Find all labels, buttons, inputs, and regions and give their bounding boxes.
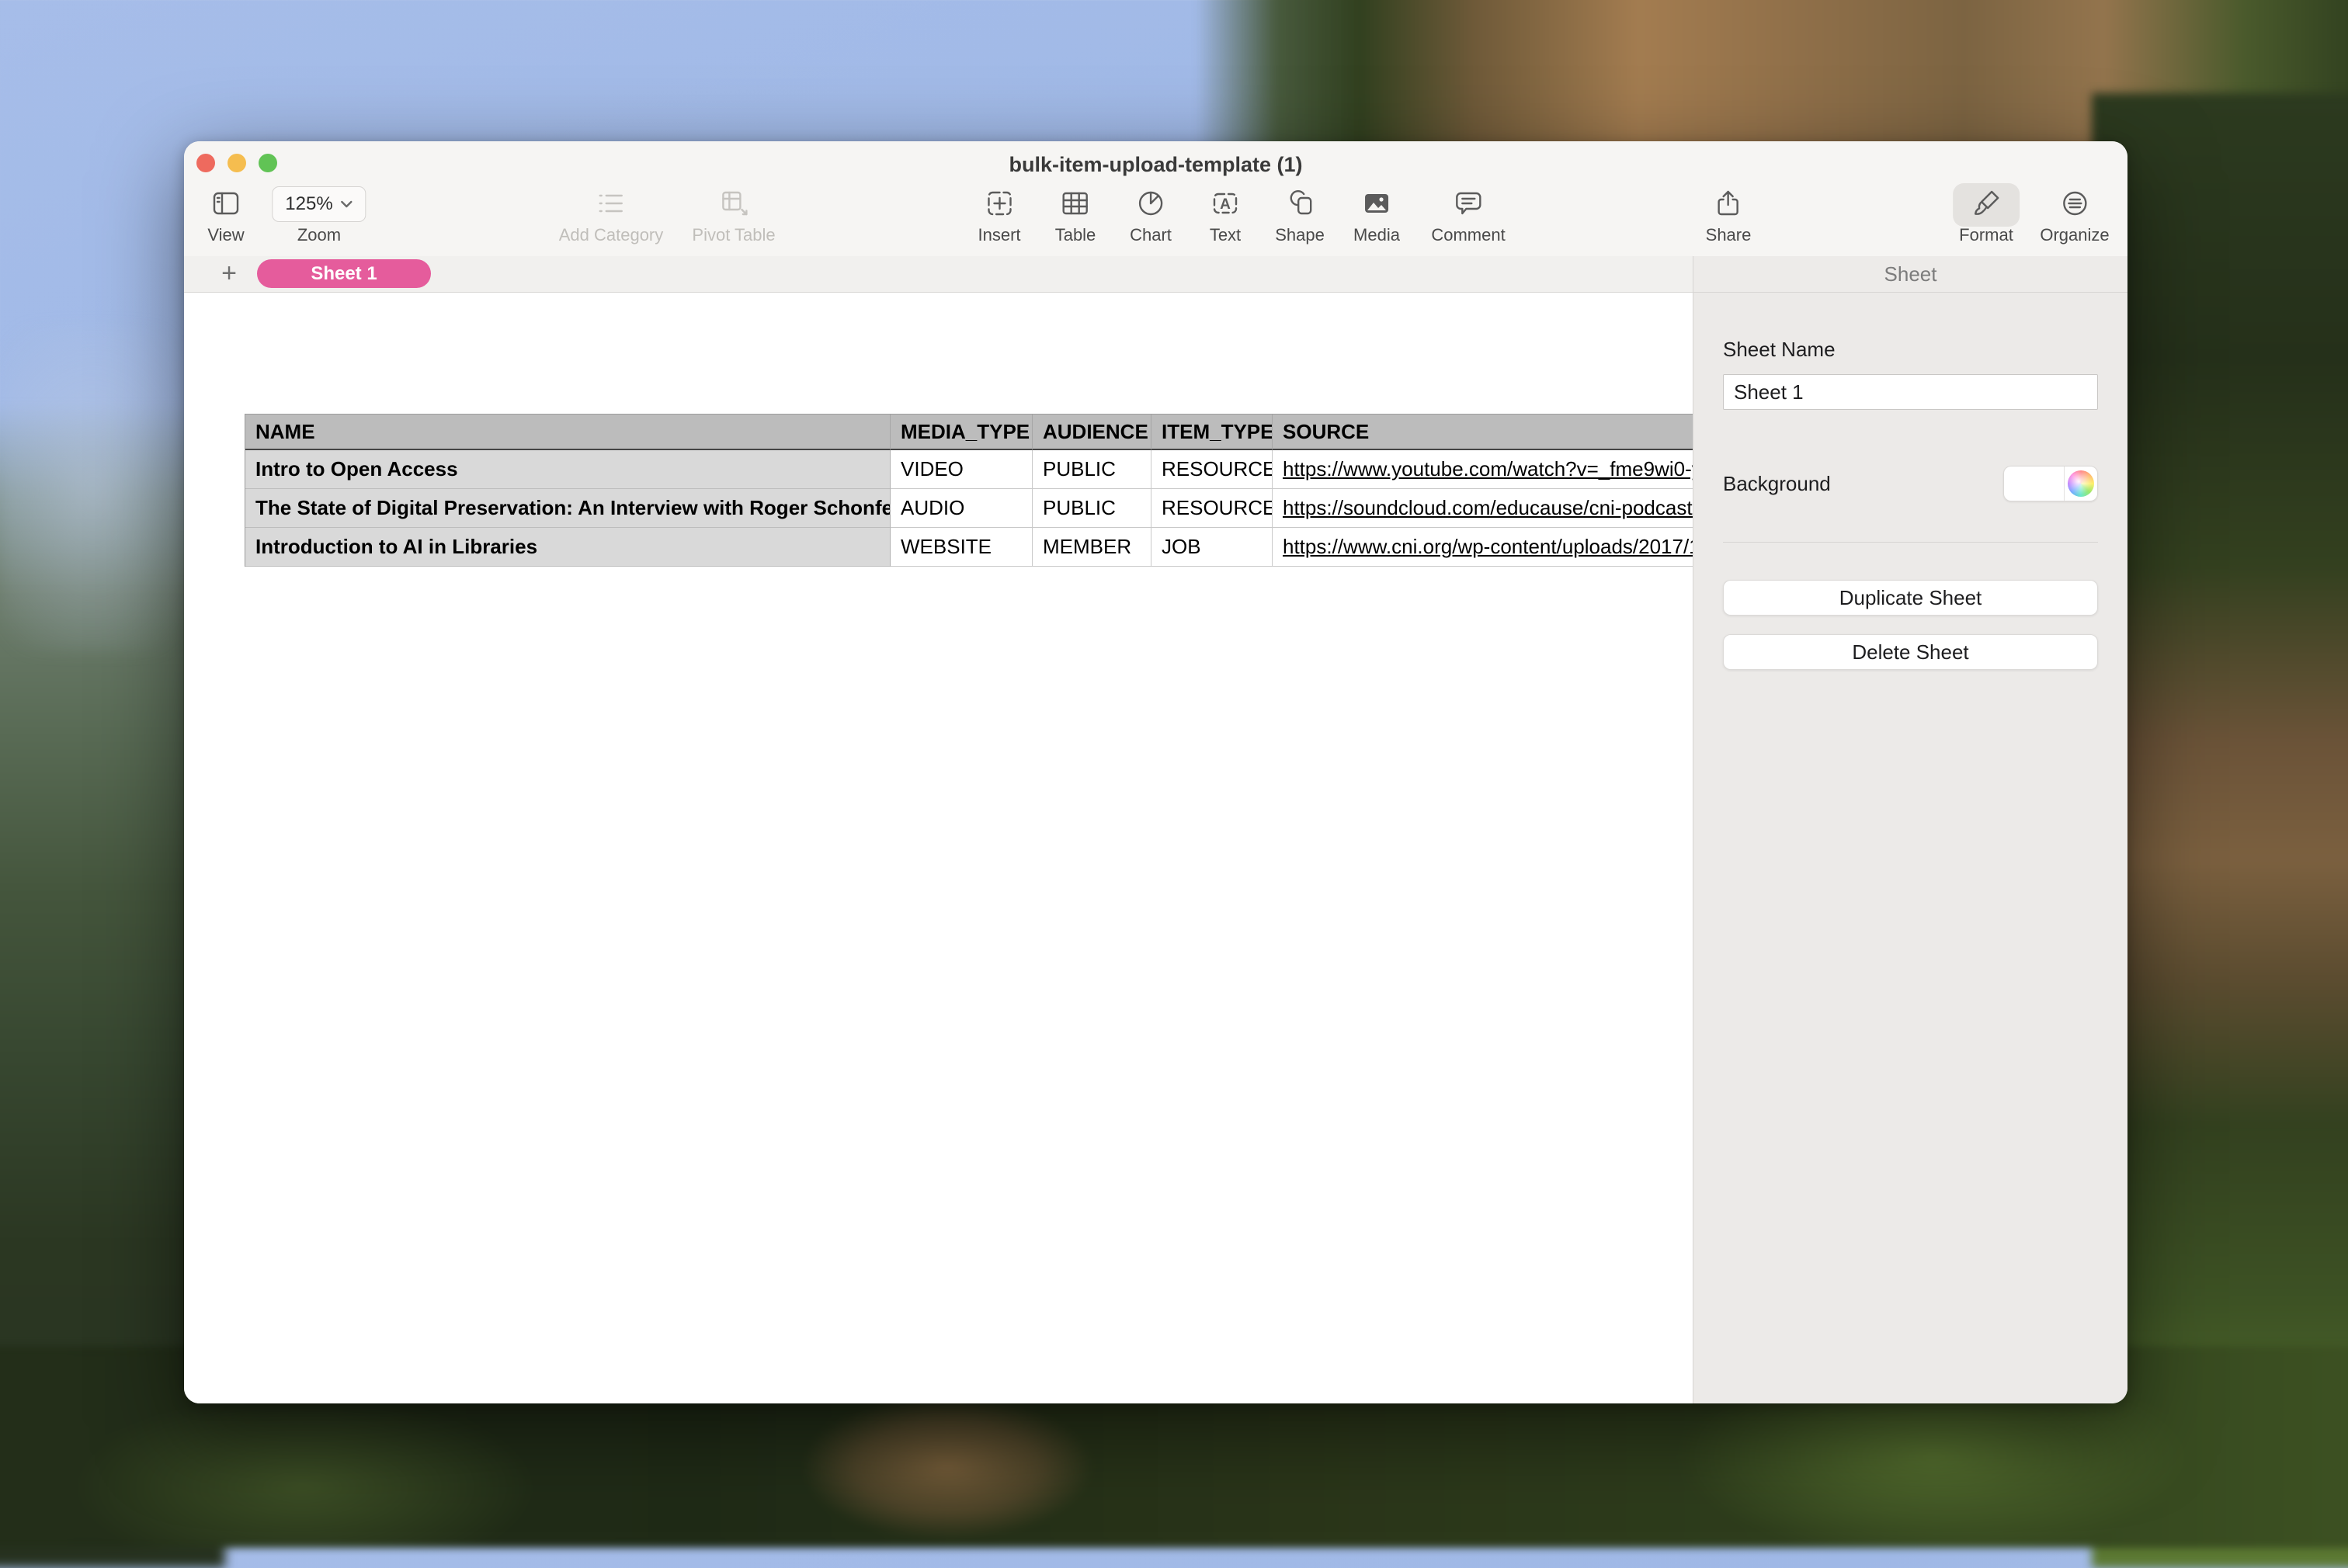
- cell-media-type[interactable]: AUDIO: [891, 489, 1033, 528]
- cell-item-type[interactable]: JOB: [1151, 528, 1273, 567]
- source-link[interactable]: https://www.youtube.com/watch?v=_fme9wi0…: [1283, 457, 1693, 481]
- sheet-name-label: Sheet Name: [1723, 338, 1836, 361]
- chevron-down-icon: [341, 200, 353, 208]
- source-link[interactable]: https://www.cni.org/wp-content/uploads/2…: [1283, 535, 1693, 559]
- circle-lines-icon: [2056, 185, 2093, 222]
- insert-button[interactable]: Insert: [978, 185, 1021, 245]
- header-cell-audience[interactable]: AUDIENCE: [1033, 415, 1151, 450]
- square-circle-icon: [1281, 185, 1318, 222]
- header-cell-source[interactable]: SOURCE: [1273, 415, 1693, 450]
- background-label: Background: [1723, 471, 1831, 495]
- cell-media-type[interactable]: VIDEO: [891, 450, 1033, 489]
- sidebar-content: Sheet Name Background Duplicate Sheet De…: [1693, 338, 2127, 670]
- sidebar-panel-icon: [207, 185, 245, 222]
- cell-item-type[interactable]: RESOURCE: [1151, 450, 1273, 489]
- cell-audience[interactable]: PUBLIC: [1033, 489, 1151, 528]
- comment-button[interactable]: Comment: [1431, 185, 1506, 245]
- title-bar: bulk-item-upload-template (1): [184, 141, 2127, 182]
- cell-item-type[interactable]: RESOURCE: [1151, 489, 1273, 528]
- sheet-tab-label: Sheet 1: [311, 262, 377, 284]
- cell-source[interactable]: https://www.cni.org/wp-content/uploads/2…: [1273, 528, 1693, 567]
- header-cell-name[interactable]: NAME: [245, 415, 891, 450]
- shape-button[interactable]: Shape: [1275, 185, 1325, 245]
- letter-a-box-icon: A: [1207, 185, 1244, 222]
- zoom-dropdown[interactable]: 125%: [272, 186, 366, 222]
- background-color-control: [2003, 466, 2098, 501]
- duplicate-sheet-button[interactable]: Duplicate Sheet: [1723, 580, 2098, 616]
- table-button[interactable]: Table: [1055, 185, 1096, 245]
- table-row: Introduction to AI in Libraries WEBSITE …: [245, 528, 1693, 567]
- add-category-button[interactable]: Add Category: [559, 185, 663, 245]
- cell-name[interactable]: Intro to Open Access: [245, 450, 891, 489]
- delete-sheet-button[interactable]: Delete Sheet: [1723, 634, 2098, 670]
- text-button[interactable]: A Text: [1207, 185, 1244, 245]
- source-link[interactable]: https://soundcloud.com/educause/cni-podc…: [1283, 496, 1693, 520]
- add-sheet-button[interactable]: +: [214, 258, 245, 289]
- header-cell-item-type[interactable]: ITEM_TYPE: [1151, 415, 1273, 450]
- window-title: bulk-item-upload-template (1): [1009, 153, 1303, 176]
- grid-icon: [1057, 185, 1094, 222]
- header-cell-media-type[interactable]: MEDIA_TYPE: [891, 415, 1033, 450]
- cell-media-type[interactable]: WEBSITE: [891, 528, 1033, 567]
- sidebar-divider: [1723, 542, 2098, 543]
- photo-icon: [1358, 185, 1395, 222]
- cell-source[interactable]: https://soundcloud.com/educause/cni-podc…: [1273, 489, 1693, 528]
- zoom-value: 125%: [285, 193, 333, 214]
- organize-button[interactable]: Organize: [2040, 185, 2110, 245]
- zoom-control[interactable]: 125% Zoom: [272, 185, 366, 245]
- numbers-window: bulk-item-upload-template (1) View 125% …: [184, 141, 2127, 1403]
- background-row: Background: [1723, 466, 2098, 501]
- cell-name[interactable]: The State of Digital Preservation: An In…: [245, 489, 891, 528]
- sheet-name-input[interactable]: [1723, 374, 2098, 410]
- toolbar: View 125% Zoom Add Category Pivot Table: [184, 182, 2127, 256]
- sheet-tab-bar: + Sheet 1: [184, 256, 1693, 293]
- table-header-row: NAME MEDIA_TYPE AUDIENCE ITEM_TYPE SOURC…: [245, 415, 1693, 450]
- cell-name[interactable]: Introduction to AI in Libraries: [245, 528, 891, 567]
- bulleted-list-icon: [592, 185, 630, 222]
- media-button[interactable]: Media: [1353, 185, 1400, 245]
- pivot-table-button[interactable]: Pivot Table: [692, 185, 776, 245]
- view-button[interactable]: View: [207, 185, 245, 245]
- sidebar-title: Sheet: [1693, 256, 2127, 293]
- plus-box-icon: [981, 185, 1018, 222]
- cell-source[interactable]: https://www.youtube.com/watch?v=_fme9wi0…: [1273, 450, 1693, 489]
- table-row: Intro to Open Access VIDEO PUBLIC RESOUR…: [245, 450, 1693, 489]
- color-picker-button[interactable]: [2065, 467, 2097, 501]
- tab-sheet-1[interactable]: Sheet 1: [257, 259, 431, 288]
- background-color-well[interactable]: [2004, 467, 2065, 501]
- table-row: The State of Digital Preservation: An In…: [245, 489, 1693, 528]
- chart-button[interactable]: Chart: [1130, 185, 1172, 245]
- cell-audience[interactable]: MEMBER: [1033, 528, 1151, 567]
- cell-audience[interactable]: PUBLIC: [1033, 450, 1151, 489]
- pie-chart-icon: [1132, 185, 1169, 222]
- share-up-arrow-icon: [1710, 185, 1747, 222]
- format-sidebar: Sheet Sheet Name Background Duplicate Sh…: [1693, 256, 2127, 1403]
- plus-icon: +: [221, 258, 237, 288]
- share-button[interactable]: Share: [1706, 185, 1751, 245]
- format-button[interactable]: Format: [1953, 183, 2020, 245]
- speech-bubble-icon: [1450, 185, 1487, 222]
- svg-text:A: A: [1220, 196, 1231, 213]
- paintbrush-icon: [1968, 185, 2005, 222]
- grid-arrow-icon: [715, 185, 752, 222]
- color-wheel-icon: [2068, 470, 2094, 497]
- data-table: NAME MEDIA_TYPE AUDIENCE ITEM_TYPE SOURC…: [245, 414, 1693, 567]
- sheet-canvas[interactable]: NAME MEDIA_TYPE AUDIENCE ITEM_TYPE SOURC…: [184, 293, 1693, 1403]
